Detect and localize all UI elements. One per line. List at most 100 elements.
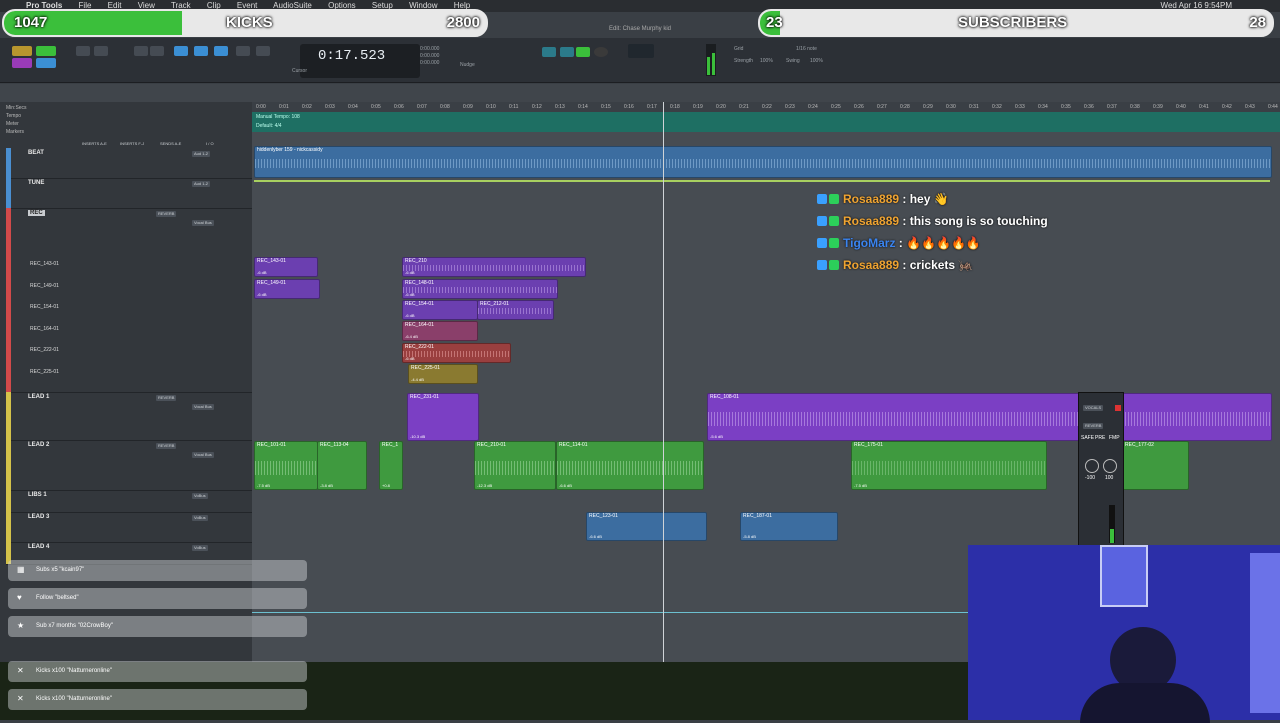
track-io[interactable]: Vocal Bus	[192, 404, 214, 410]
audio-clip[interactable]: REC_114-01 -6.6 dB	[556, 441, 704, 490]
alert-item: ▦ Subs x5 "kcain97"	[8, 560, 307, 581]
playlist-lane[interactable]: REC_154-01	[30, 297, 59, 319]
strip-pre[interactable]: PRE	[1095, 435, 1105, 441]
stop-button[interactable]	[560, 47, 574, 57]
ruler-tick-label: 0:15	[601, 104, 611, 110]
pencil-button[interactable]	[214, 46, 228, 56]
cursor-label: Cursor	[292, 68, 308, 74]
track-tune[interactable]: TUNE Aud 1-2	[6, 178, 252, 209]
playlist-lane[interactable]: REC_149-01	[30, 276, 59, 298]
zoom-button[interactable]	[76, 46, 90, 56]
spot-mode-button[interactable]	[36, 46, 56, 56]
waveform	[403, 351, 510, 357]
swing-value[interactable]: 100%	[810, 58, 823, 64]
ruler-tick-label: 0:16	[624, 104, 634, 110]
audio-clip[interactable]: REC_187-01 -5.8 dB	[740, 512, 838, 541]
track-io[interactable]: Aud 1-2	[192, 151, 211, 157]
clip-name: REC_231-01	[410, 394, 439, 400]
track-lead-1[interactable]: LEAD 1 REVERB Vocal Bus	[6, 392, 252, 441]
audio-clip[interactable]: REC_222-01 -6 dB	[402, 343, 511, 363]
track-io[interactable]: VoBus	[192, 545, 208, 551]
meter-level-right	[712, 53, 715, 75]
selector-button[interactable]	[134, 46, 148, 56]
main-counter[interactable]: 0:17.523	[300, 44, 420, 78]
end-value: 0:00.000	[420, 53, 440, 59]
track-insert[interactable]: REVERB	[156, 443, 177, 449]
speaker-icon[interactable]	[236, 46, 250, 56]
strip-insert[interactable]: REVERB	[1083, 423, 1104, 429]
alert-item: ★ Sub x7 months "02CrowBoy"	[8, 616, 307, 637]
track-io[interactable]: Vocal Bus	[192, 220, 214, 226]
subscribers-goal-bar: 23 SUBSCRIBERS 28	[758, 9, 1274, 37]
audio-clip[interactable]: REC_177-02	[1122, 441, 1189, 490]
track-beat[interactable]: BEAT Aud 1-2	[6, 148, 252, 179]
tempo-meter-ruler[interactable]: Manual Tempo: 108 Default: 4/4	[252, 112, 1280, 132]
track-lead-3[interactable]: LEAD 3 VoBus	[6, 512, 252, 543]
grabber-button[interactable]	[150, 46, 164, 56]
audio-clip[interactable]: REC_225-01 -4.4 dB	[408, 364, 478, 384]
track-rec[interactable]: REC REVERB Vocal Bus REC_143-01 REC_149-…	[6, 208, 252, 393]
track-io[interactable]: Aud 1-2	[192, 181, 211, 187]
audio-clip[interactable]: REC_149-01 -6 dB	[254, 279, 320, 299]
audio-clip[interactable]: REC_1 +0.8	[379, 441, 403, 490]
strip-safe[interactable]: SAFE	[1081, 435, 1094, 441]
pan-knob-left[interactable]	[1085, 459, 1099, 473]
audio-clip[interactable]: REC_212-01	[477, 300, 554, 320]
playlist-lane[interactable]: REC_164-01	[30, 319, 59, 341]
playlist-lane[interactable]: REC_143-01	[30, 254, 59, 276]
track-io[interactable]: VoBus	[192, 493, 208, 499]
grid-value[interactable]: 1/16 note	[796, 46, 817, 52]
track-insert[interactable]: REVERB	[156, 395, 177, 401]
audio-clip[interactable]: REC_164-01 -6.4 dB	[402, 321, 478, 341]
pencil-tool-icon[interactable]	[256, 46, 270, 56]
playlist-lane[interactable]: REC_222-01	[30, 340, 59, 362]
col-io: I / O	[206, 141, 214, 146]
audio-clip[interactable]: REC_113-04 -3.8 dB	[317, 441, 367, 490]
audio-clip[interactable]: REC_210-01 -12.3 dB	[474, 441, 556, 490]
count-off-button[interactable]	[628, 44, 654, 58]
window-title: Edit: Chase Murphy kid	[608, 26, 672, 32]
track-io[interactable]: VoBus	[192, 515, 208, 521]
play-button[interactable]	[576, 47, 590, 57]
audio-clip[interactable]: REC_148-01 -6 dB	[402, 279, 558, 299]
scrubber-button[interactable]	[194, 46, 208, 56]
track-name: BEAT	[28, 150, 44, 156]
audio-clip[interactable]: REC_108-01 -5.6 dB	[707, 393, 1272, 441]
chat-username: Rosaa889	[843, 258, 900, 272]
smart-tool-button[interactable]	[174, 46, 188, 56]
ruler-tick-label: 0:23	[785, 104, 795, 110]
record-arm-icon[interactable]	[1115, 405, 1121, 411]
gift-icon: ▦	[17, 565, 25, 574]
grid-mode-button[interactable]	[36, 58, 56, 68]
audio-clip[interactable]: REC_143-01 -6 dB	[254, 257, 318, 277]
audio-clip[interactable]: REC_101-01 -7.5 dB	[254, 441, 318, 490]
playlist-lane[interactable]: REC_225-01	[30, 362, 59, 384]
track-lead-2[interactable]: LEAD 2 REVERB Vocal Bus	[6, 440, 252, 491]
track-libs-1[interactable]: LIBS 1 VoBus	[6, 490, 252, 513]
playhead-cursor[interactable]	[663, 102, 664, 662]
tempo-label: Manual Tempo: 108	[256, 114, 300, 120]
trim-button[interactable]	[94, 46, 108, 56]
loop-button[interactable]	[542, 47, 556, 57]
track-io[interactable]: Vocal Bus	[192, 452, 214, 458]
audio-clip[interactable]: REC_175-01 -7.5 dB	[851, 441, 1047, 490]
beat-clip[interactable]: hiddenlyber 159 - nickcassidy	[254, 146, 1272, 178]
strip-fmp[interactable]: FMP	[1109, 435, 1120, 441]
webcam-feed	[968, 545, 1280, 723]
slip-mode-button[interactable]	[12, 58, 32, 68]
track-insert[interactable]: REVERB	[156, 211, 177, 217]
floating-mixer-strip[interactable]: VOCALS REVERB SAFE PRE FMP -100 100	[1078, 392, 1124, 546]
verified-badge-icon	[829, 260, 839, 270]
shuffle-mode-button[interactable]	[12, 46, 32, 56]
audio-clip[interactable]: REC_210 -6 dB	[402, 257, 586, 277]
ruler-tick-label: 0:18	[670, 104, 680, 110]
strength-value[interactable]: 100%	[760, 58, 773, 64]
record-button[interactable]	[594, 47, 608, 57]
ruler-tick-label: 0:27	[877, 104, 887, 110]
subscribers-label: SUBSCRIBERS	[958, 14, 1068, 31]
audio-clip[interactable]: REC_231-01 -10.3 dB	[407, 393, 479, 441]
ruler-tick-label: 0:29	[923, 104, 933, 110]
audio-clip[interactable]: REC_154-01 -6 dB	[402, 300, 478, 320]
audio-clip[interactable]: REC_123-01 -6.6 dB	[586, 512, 707, 541]
pan-knob-right[interactable]	[1103, 459, 1117, 473]
